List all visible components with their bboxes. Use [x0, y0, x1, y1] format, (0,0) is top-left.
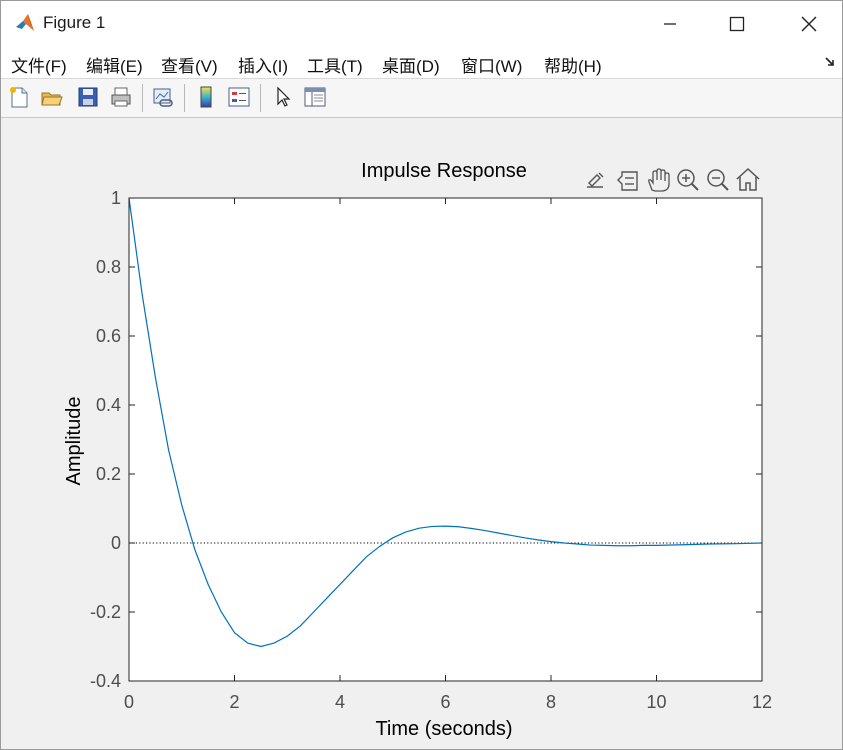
y-tick-label: 0.4	[96, 395, 121, 415]
print-button[interactable]	[107, 83, 135, 111]
axes-toolbar	[587, 167, 760, 192]
legend-button[interactable]	[225, 83, 253, 111]
menu-insert[interactable]: 插入(I)	[238, 52, 288, 77]
toolbar-separator	[184, 84, 185, 112]
dock-arrow-icon[interactable]	[824, 55, 836, 73]
close-button[interactable]	[781, 1, 837, 46]
open-file-button[interactable]	[38, 83, 66, 111]
toolbar-separator-line	[1, 117, 842, 118]
y-axis-label: Amplitude	[63, 397, 85, 486]
figure-window: Figure 1 文件(F) 编辑(E) 查看(V) 插入(I) 工具(T) 桌…	[0, 0, 843, 750]
x-tick-label: 10	[646, 692, 666, 712]
property-inspector-button[interactable]	[301, 83, 329, 111]
maximize-icon	[729, 16, 745, 31]
window-title: Figure 1	[43, 13, 106, 32]
y-tick-label: 1	[111, 188, 121, 208]
link-plot-icon	[153, 88, 173, 107]
y-tick-label: 0.8	[96, 257, 121, 277]
close-icon	[801, 16, 817, 31]
y-tick-label: -0.4	[90, 671, 121, 691]
figure-toolbar	[1, 79, 842, 117]
minimize-icon	[664, 22, 676, 25]
y-tick-label: -0.2	[90, 602, 121, 622]
save-icon	[78, 87, 98, 107]
menu-file[interactable]: 文件(F)	[11, 52, 67, 77]
brush-export-icon[interactable]	[587, 172, 604, 188]
new-figure-button[interactable]	[5, 83, 33, 111]
menu-help[interactable]: 帮助(H)	[544, 52, 602, 77]
x-axis-label: Time (seconds)	[375, 718, 512, 740]
legend-icon	[228, 87, 250, 107]
axes-background	[129, 198, 762, 681]
menu-edit[interactable]: 编辑(E)	[86, 52, 143, 77]
menu-window[interactable]: 窗口(W)	[461, 52, 522, 77]
toolbar-separator	[142, 84, 143, 112]
title-bar[interactable]: Figure 1	[1, 1, 842, 46]
save-button[interactable]	[74, 83, 102, 111]
x-tick-label: 2	[229, 692, 239, 712]
menu-bar: 文件(F) 编辑(E) 查看(V) 插入(I) 工具(T) 桌面(D) 窗口(W…	[1, 46, 842, 78]
x-tick-label: 12	[752, 692, 772, 712]
y-tick-label: 0.2	[96, 464, 121, 484]
pan-hand-icon[interactable]	[648, 168, 670, 192]
zoom-out-icon[interactable]	[707, 169, 729, 191]
data-tips-icon[interactable]	[617, 171, 638, 191]
property-inspector-icon	[304, 87, 326, 107]
matlab-logo-icon	[14, 12, 36, 34]
menu-tools[interactable]: 工具(T)	[307, 52, 363, 77]
y-tick-label: 0	[111, 533, 121, 553]
menu-view[interactable]: 查看(V)	[161, 52, 218, 77]
home-icon[interactable]	[736, 167, 760, 191]
menu-desktop[interactable]: 桌面(D)	[382, 52, 440, 77]
x-tick-label: 0	[124, 692, 134, 712]
pointer-button[interactable]	[269, 83, 297, 111]
figure-canvas: 0 2 4 6 8 10 12 -0.4 -0.2 0 0.2 0.4 0.6 0.8 1 Impulse …	[1, 119, 842, 749]
new-figure-icon	[10, 87, 28, 108]
colorbar-button[interactable]	[192, 83, 220, 111]
link-plot-button[interactable]	[149, 83, 177, 111]
y-tick-label: 0.6	[96, 326, 121, 346]
colorbar-icon	[200, 86, 212, 108]
pointer-icon	[277, 86, 291, 107]
x-tick-label: 4	[335, 692, 345, 712]
zoom-in-icon[interactable]	[677, 169, 699, 191]
maximize-button[interactable]	[709, 1, 765, 46]
x-tick-label: 6	[440, 692, 450, 712]
x-tick-label: 8	[546, 692, 556, 712]
impulse-response-chart[interactable]: 0 2 4 6 8 10 12 -0.4 -0.2 0 0.2 0.4 0.6 0.8 1 Impulse …	[1, 119, 842, 749]
minimize-button[interactable]	[642, 1, 698, 46]
chart-title: Impulse Response	[361, 160, 527, 182]
open-file-icon	[41, 92, 63, 106]
toolbar-separator	[260, 84, 261, 112]
print-icon	[111, 87, 131, 107]
